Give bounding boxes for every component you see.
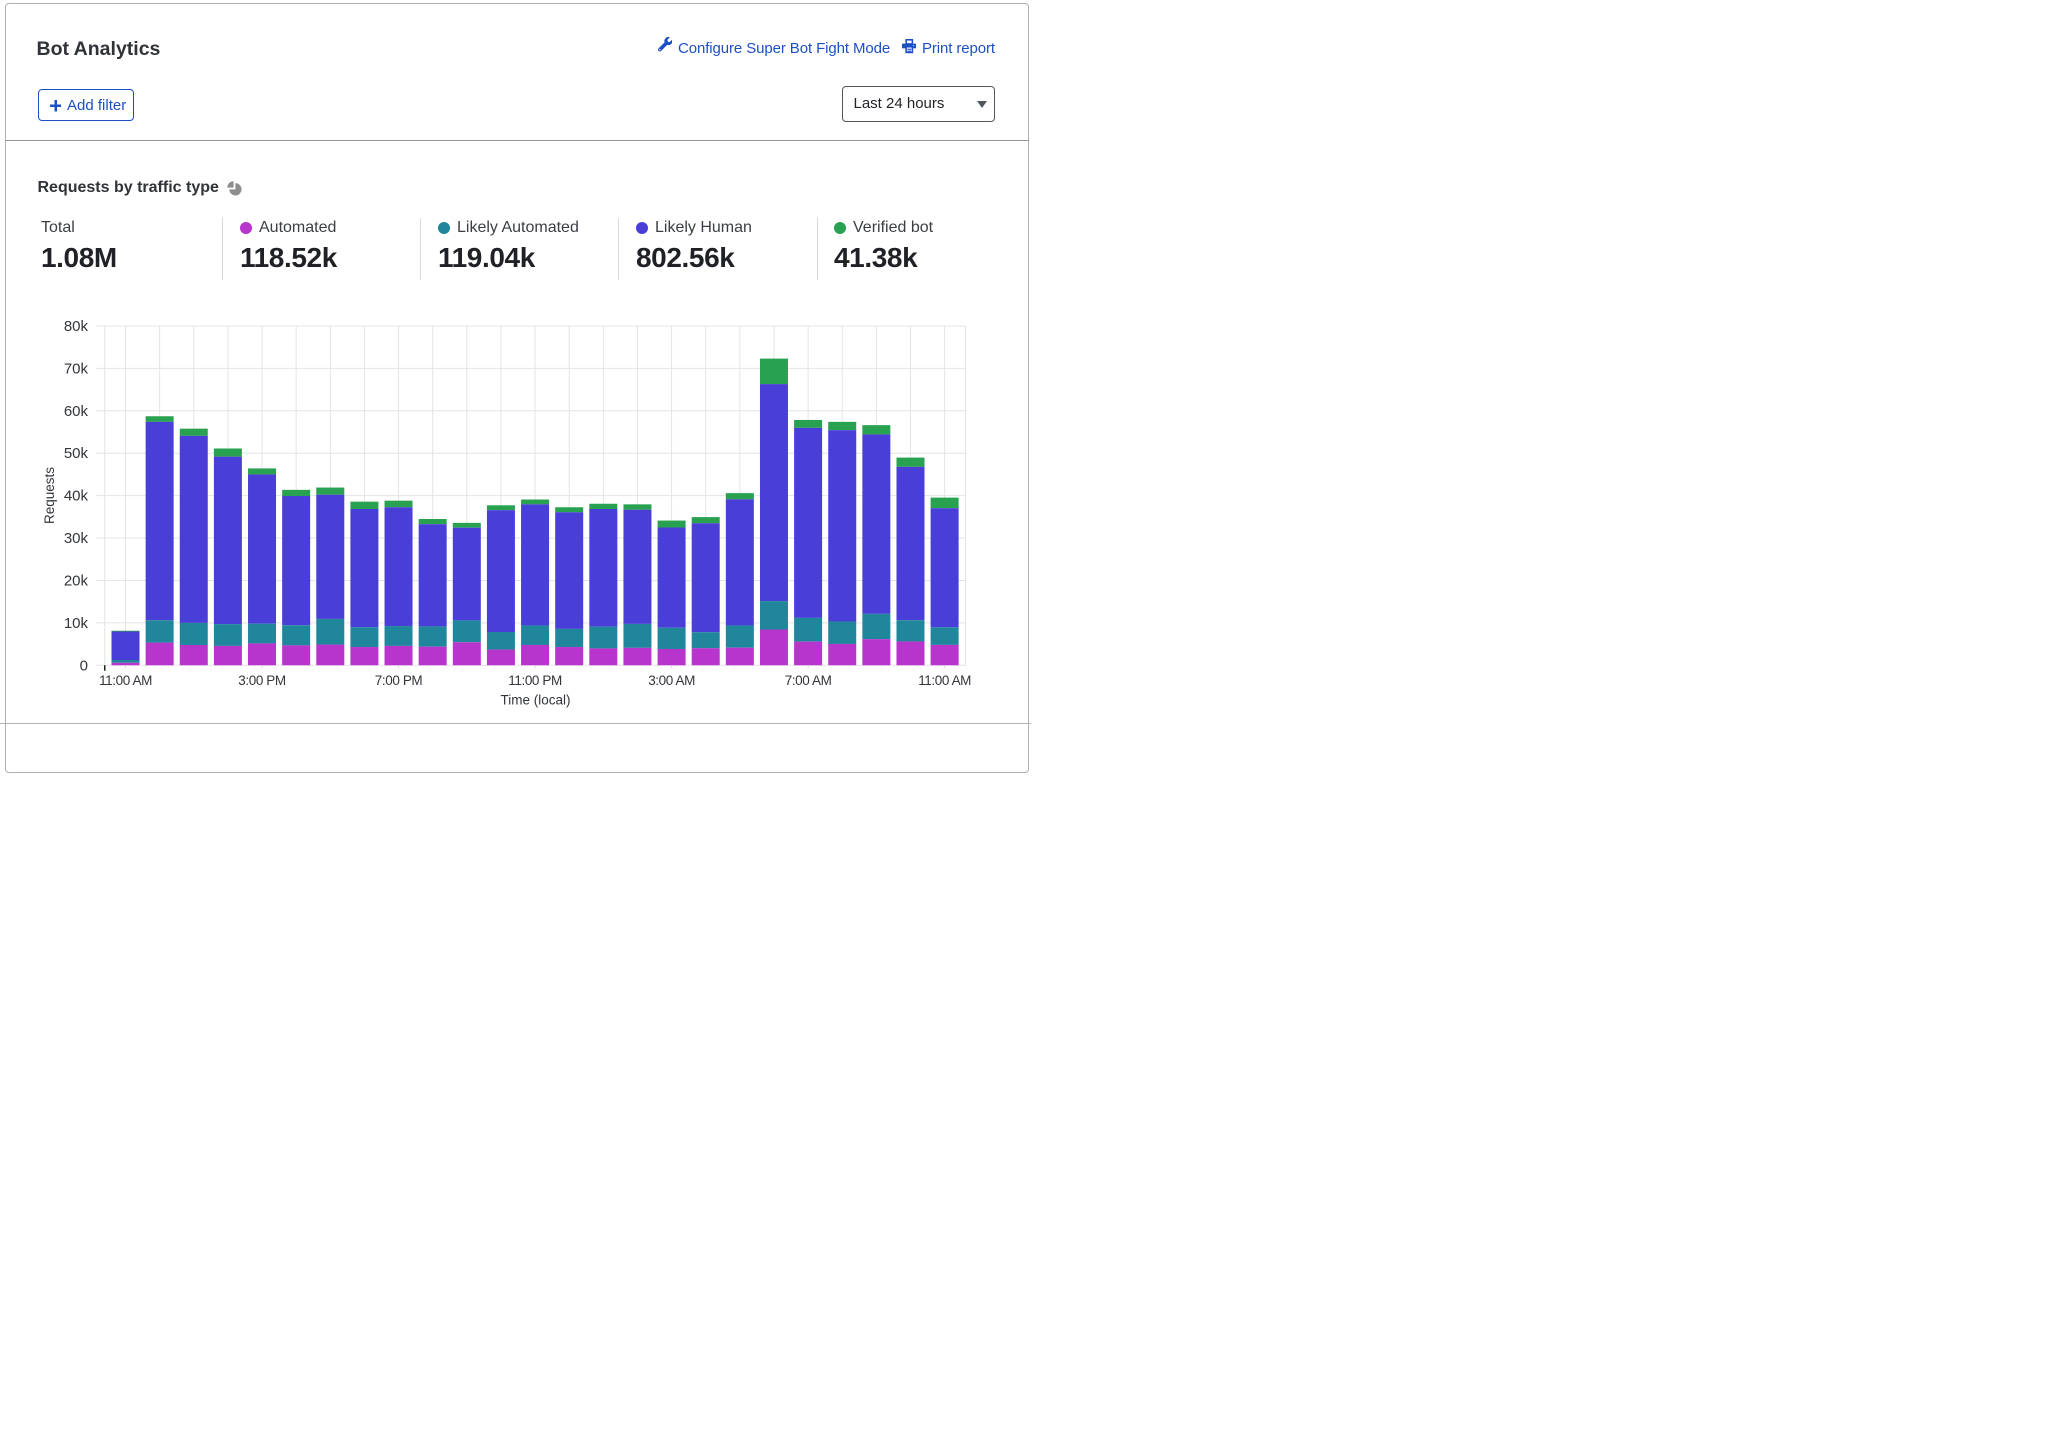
svg-text:3:00 PM: 3:00 PM xyxy=(238,673,286,688)
svg-text:0: 0 xyxy=(80,657,88,674)
svg-text:11:00 PM: 11:00 PM xyxy=(508,673,562,688)
svg-text:60k: 60k xyxy=(64,403,89,420)
svg-text:11:00 AM: 11:00 AM xyxy=(918,673,971,688)
svg-text:80k: 80k xyxy=(64,318,89,335)
svg-text:70k: 70k xyxy=(64,360,89,377)
svg-text:30k: 30k xyxy=(64,530,89,547)
svg-text:7:00 PM: 7:00 PM xyxy=(375,673,423,688)
svg-text:40k: 40k xyxy=(64,488,89,505)
svg-text:3:00 AM: 3:00 AM xyxy=(648,673,695,688)
svg-text:Requests: Requests xyxy=(42,467,57,524)
svg-text:Time (local): Time (local) xyxy=(500,693,570,708)
svg-text:7:00 AM: 7:00 AM xyxy=(785,673,832,688)
svg-text:50k: 50k xyxy=(64,445,89,462)
svg-text:10k: 10k xyxy=(64,615,89,632)
svg-text:20k: 20k xyxy=(64,572,89,589)
svg-text:11:00 AM: 11:00 AM xyxy=(99,673,152,688)
